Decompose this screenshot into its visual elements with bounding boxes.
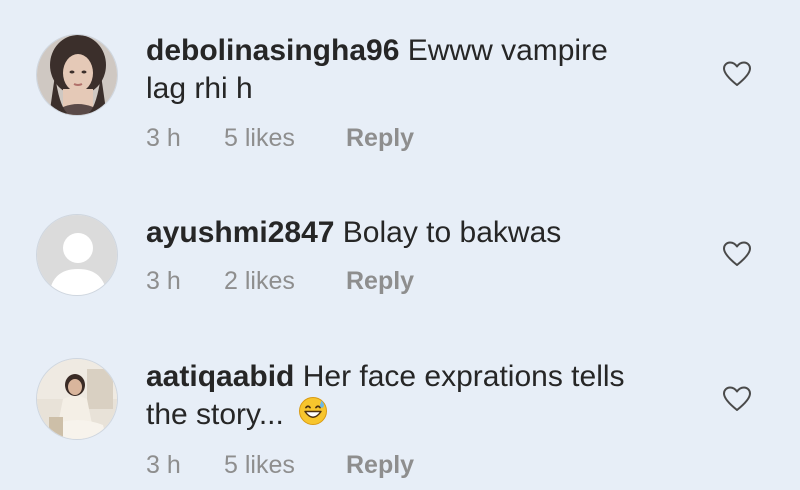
comment-likes[interactable]: 2 likes bbox=[224, 266, 295, 296]
heart-icon[interactable] bbox=[722, 385, 752, 413]
comment-likes[interactable]: 5 likes bbox=[224, 450, 295, 480]
comment-username[interactable]: debolinasingha96 bbox=[146, 34, 399, 67]
reply-button[interactable]: Reply bbox=[346, 123, 414, 153]
comment-body: Bolay to bakwas bbox=[342, 216, 562, 249]
comment-text: ayushmi2847 Bolay to bakwas bbox=[146, 214, 646, 252]
avatar[interactable] bbox=[36, 34, 118, 116]
comment-username[interactable]: ayushmi2847 bbox=[146, 216, 334, 249]
comment-text: debolinasingha96 Ewww vampire lag rhi h bbox=[146, 32, 646, 108]
heart-icon[interactable] bbox=[722, 240, 752, 268]
comment-body-continued: the story... bbox=[146, 398, 284, 431]
comment-timestamp: 3 h bbox=[146, 267, 181, 295]
heart-icon[interactable] bbox=[722, 60, 752, 88]
comment-text: aatiqaabid Her face exprations tells the… bbox=[146, 358, 646, 436]
comment-timestamp: 3 h bbox=[146, 124, 181, 152]
comment-username[interactable]: aatiqaabid bbox=[146, 360, 294, 393]
comment-timestamp: 3 h bbox=[146, 451, 181, 479]
comment-body-continued: lag rhi h bbox=[146, 72, 253, 105]
comment-likes[interactable]: 5 likes bbox=[224, 123, 295, 153]
avatar[interactable] bbox=[36, 214, 118, 296]
profile-photo-icon bbox=[37, 35, 117, 115]
grinning-sweat-emoji-icon bbox=[298, 396, 328, 436]
reply-button[interactable]: Reply bbox=[346, 450, 414, 480]
reply-button[interactable]: Reply bbox=[346, 266, 414, 296]
comment-body: Ewww vampire bbox=[407, 34, 608, 67]
profile-photo-icon bbox=[37, 359, 117, 439]
avatar[interactable] bbox=[36, 358, 118, 440]
comment-body: Her face exprations tells bbox=[302, 360, 625, 393]
default-avatar-icon bbox=[37, 215, 117, 295]
